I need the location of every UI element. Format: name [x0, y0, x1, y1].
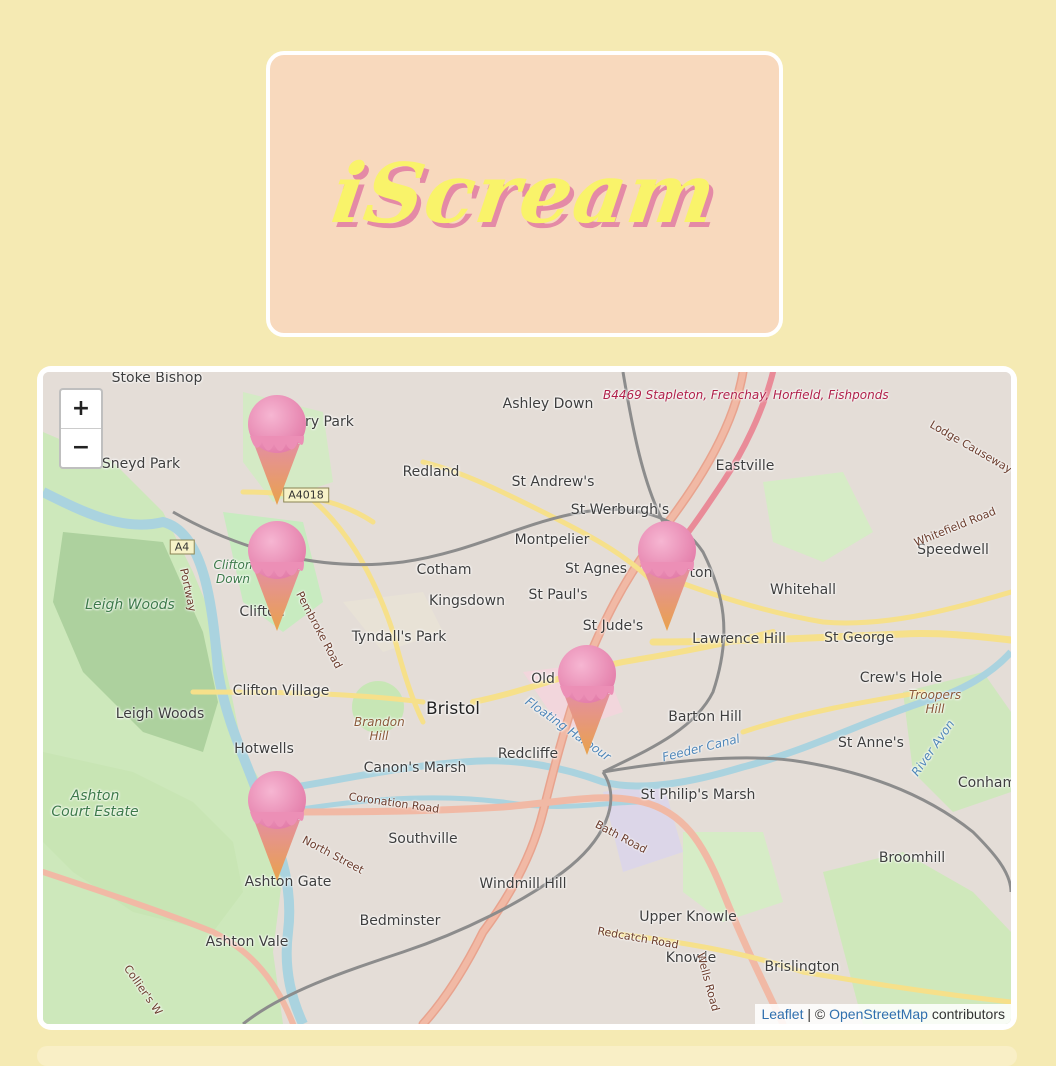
- place-label: Redland: [402, 464, 460, 480]
- place-label: Tyndall's Park: [351, 629, 447, 645]
- place-label: Canon's Marsh: [363, 760, 467, 776]
- place-label: Old: [531, 671, 555, 687]
- place-label: St Werburgh's: [570, 502, 670, 518]
- park-label: Ashton Court Estate: [51, 788, 139, 820]
- zoom-out-button[interactable]: −: [61, 428, 101, 467]
- place-label: St Paul's: [528, 587, 588, 603]
- place-label: Southville: [388, 831, 458, 847]
- place-label: Sneyd Park: [101, 456, 181, 472]
- place-label: Whitehall: [770, 582, 836, 598]
- openstreetmap-link[interactable]: OpenStreetMap: [829, 1006, 928, 1022]
- place-label: Ashton Vale: [205, 934, 289, 950]
- place-label: Bedminster: [359, 913, 441, 929]
- map-attribution: Leaflet | © OpenStreetMap contributors: [755, 1004, 1011, 1024]
- road-shield: A4: [169, 539, 195, 555]
- place-label: Barton Hill: [668, 709, 742, 725]
- place-label: St Agnes: [564, 561, 628, 577]
- attribution-suffix: contributors: [927, 1006, 1005, 1022]
- next-section: [37, 1046, 1017, 1066]
- map-view[interactable]: Stoke Bishop Ashley Down Redland St Andr…: [43, 372, 1011, 1024]
- place-label: Windmill Hill: [479, 876, 567, 892]
- map-frame: Stoke Bishop Ashley Down Redland St Andr…: [37, 366, 1017, 1030]
- zoom-control: + −: [59, 388, 103, 469]
- place-label: Upper Knowle: [639, 909, 737, 925]
- zoom-in-button[interactable]: +: [61, 390, 101, 428]
- place-label: St Anne's: [838, 735, 904, 751]
- park-label: Troopers Hill: [908, 688, 962, 716]
- place-label: Hotwells: [234, 741, 294, 757]
- highlighted-road-label: B4469 Stapleton, Frenchay, Horfield, Fis…: [603, 388, 889, 402]
- place-label: Conham: [957, 775, 1011, 791]
- place-label: St George: [824, 630, 894, 646]
- place-label: Crew's Hole: [859, 670, 943, 686]
- place-label-city: Bristol: [425, 699, 481, 719]
- place-label: Redcliffe: [497, 746, 559, 762]
- place-label: Leigh Woods: [115, 706, 205, 722]
- place-label: Clifton Village: [232, 683, 330, 699]
- place-label: Broomhill: [878, 850, 946, 866]
- place-label: Ashley Down: [502, 396, 594, 412]
- place-label: St Jude's: [582, 618, 644, 634]
- park-label: Brandon Hill: [354, 715, 405, 743]
- logo-banner: iScream: [266, 51, 783, 337]
- place-label: Stoke Bishop: [111, 372, 203, 386]
- place-label: Lawrence Hill: [692, 631, 786, 647]
- place-label: Brislington: [764, 959, 840, 975]
- place-label: Montpelier: [514, 532, 590, 548]
- ice-cream-marker-icon[interactable]: [636, 518, 698, 633]
- place-label: Eastville: [715, 458, 775, 474]
- ice-cream-marker-icon[interactable]: [246, 392, 308, 507]
- park-label: Leigh Woods: [85, 597, 175, 613]
- ice-cream-marker-icon[interactable]: [246, 768, 308, 883]
- place-label: St Andrew's: [511, 474, 595, 490]
- place-label: St Philip's Marsh: [640, 787, 756, 803]
- ice-cream-marker-icon[interactable]: [246, 518, 308, 633]
- ice-cream-marker-icon[interactable]: [556, 642, 618, 757]
- logo-text: iScream: [326, 146, 723, 242]
- attribution-separator: | ©: [803, 1006, 830, 1022]
- place-label: Cotham: [416, 562, 472, 578]
- leaflet-link[interactable]: Leaflet: [761, 1006, 803, 1022]
- place-label: Kingsdown: [429, 593, 505, 609]
